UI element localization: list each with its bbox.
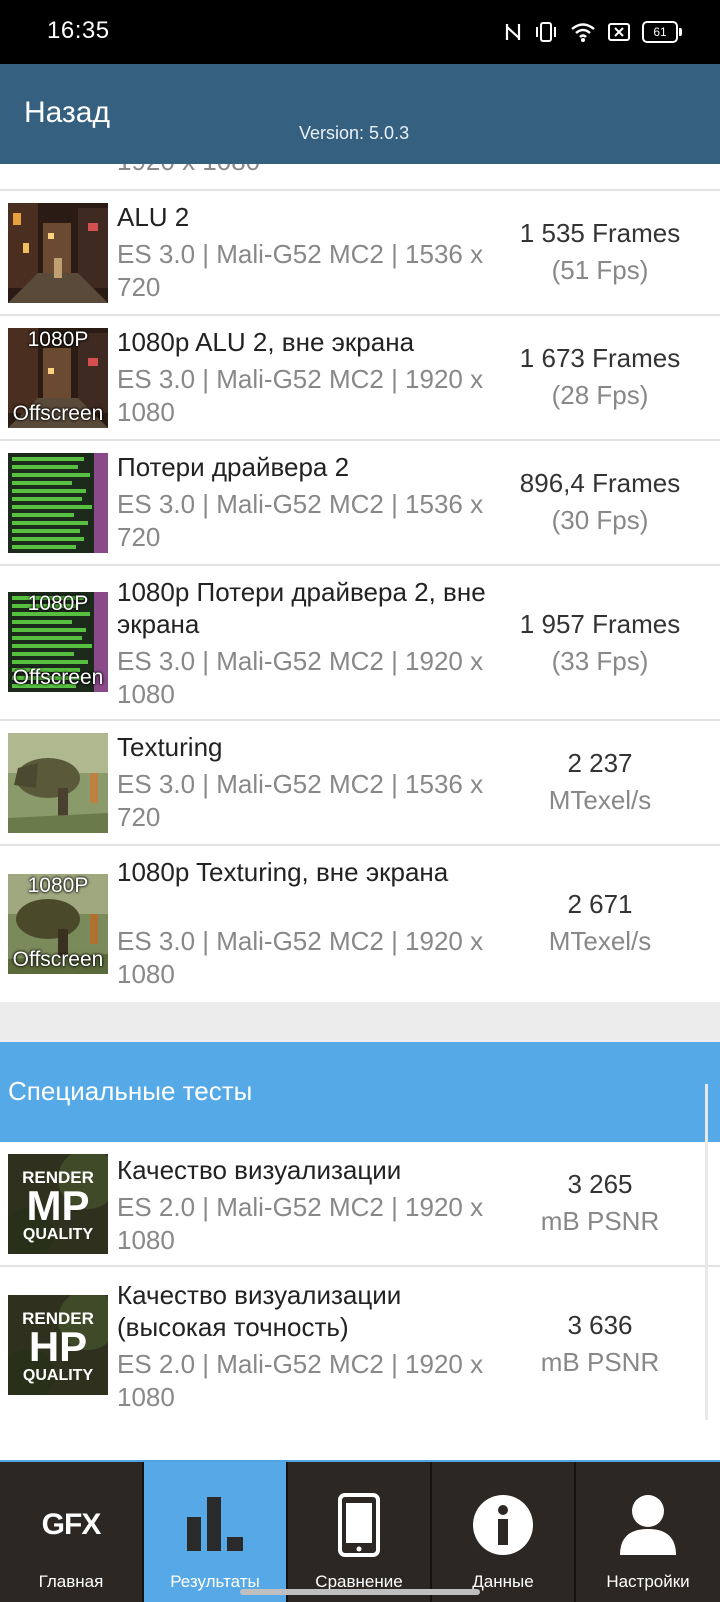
nav-label: Настройки: [606, 1572, 690, 1591]
result-title: 1080p ALU 2, вне экрана: [117, 327, 415, 357]
result-subtitle: ES 2.0 | Mali-G52 MC2 | 1920 x 1080: [117, 1192, 484, 1255]
badge-1080p: 1080P: [27, 328, 89, 351]
result-row[interactable]: 1080P Offscreen 1080p Потери драйвера 2,…: [0, 566, 720, 721]
back-button[interactable]: Назад: [24, 96, 110, 130]
status-bar: 16:35 61: [0, 0, 720, 64]
nfc-icon: [505, 24, 521, 40]
result-unit: (30 Fps): [551, 505, 649, 535]
scrollbar[interactable]: [705, 1084, 708, 1420]
badge-offscreen: Offscreen: [12, 666, 104, 689]
result-value: 1 673 Frames (28 Fps): [500, 340, 700, 414]
nav-results[interactable]: Результаты: [144, 1462, 288, 1602]
badge-1080p: 1080P: [27, 874, 89, 897]
nav-settings[interactable]: Настройки: [576, 1462, 720, 1602]
phone-icon: [338, 1493, 380, 1557]
driver-bars-image: 1080P Offscreen: [8, 592, 108, 692]
result-unit: (28 Fps): [551, 380, 649, 410]
result-score: 3 636: [567, 1310, 633, 1340]
dinosaur-image: [8, 733, 108, 833]
status-time: 16:35: [47, 17, 110, 44]
battery-icon: 61: [642, 21, 682, 43]
home-indicator[interactable]: [240, 1589, 480, 1595]
results-list[interactable]: 1920 x 1080 ALU 2 ES 3.0 | Mali-G52 MC2 …: [0, 164, 720, 1460]
result-unit: MTexel/s: [548, 785, 652, 815]
dinosaur-image: 1080P Offscreen: [8, 874, 108, 974]
result-row[interactable]: 1080P Offscreen 1080p ALU 2, вне экрана …: [0, 316, 720, 441]
alu-city-image: [8, 203, 108, 303]
result-score: 1 957 Frames: [519, 609, 681, 639]
result-unit: (51 Fps): [551, 255, 649, 285]
result-row[interactable]: RENDER MP QUALITY Качество визуализации …: [0, 1142, 720, 1267]
result-value: 896,4 Frames (30 Fps): [500, 465, 700, 539]
app-header: Назад Version: 5.0.3: [0, 64, 720, 164]
result-row[interactable]: Потери драйвера 2 ES 3.0 | Mali-G52 MC2 …: [0, 441, 720, 566]
section-gap: [0, 1002, 720, 1042]
info-icon: [473, 1495, 533, 1555]
nav-compare[interactable]: Сравнение: [288, 1462, 432, 1602]
vibrate-icon: [536, 22, 556, 42]
result-subtitle: ES 3.0 | Mali-G52 MC2 | 1536 x 720: [117, 489, 484, 552]
result-title: 1080p Потери драйвера 2, вне экрана: [117, 577, 486, 639]
nav-info[interactable]: Данные: [432, 1462, 576, 1602]
driver-bars-image: [8, 453, 108, 553]
battery-level: 61: [653, 25, 667, 39]
result-score: 2 671: [567, 889, 633, 919]
badge-offscreen: Offscreen: [12, 402, 104, 425]
result-unit: MTexel/s: [548, 926, 652, 956]
version-label: Version: 5.0.3: [299, 123, 410, 143]
result-unit: mB PSNR: [540, 1206, 660, 1236]
section-title: Специальные тесты: [8, 1076, 253, 1106]
result-row[interactable]: 1080P Offscreen 1080p Texturing, вне экр…: [0, 846, 720, 1001]
result-subtitle: ES 3.0 | Mali-G52 MC2 | 1920 x 1080: [117, 646, 484, 709]
badge-quality: QUALITY: [22, 1367, 94, 1384]
result-value: 1 957 Frames (33 Fps): [500, 606, 700, 680]
status-icons: 61: [504, 18, 682, 46]
result-unit: mB PSNR: [540, 1347, 660, 1377]
result-title: 1080p Texturing, вне экрана: [117, 857, 449, 887]
badge-offscreen: Offscreen: [12, 948, 104, 971]
result-score: 896,4 Frames: [519, 468, 681, 498]
partial-row-subtitle: 1920 x 1080: [117, 164, 260, 177]
user-icon: [620, 1495, 676, 1555]
result-subtitle: ES 2.0 | Mali-G52 MC2 | 1920 x 1080: [117, 1349, 484, 1412]
result-value: 3 265 mB PSNR: [500, 1166, 700, 1240]
result-title: Качество визуализации: [117, 1155, 402, 1185]
gfx-logo-icon: GFX: [41, 1508, 102, 1541]
result-title: Texturing: [117, 732, 223, 762]
result-score: 3 265: [567, 1169, 633, 1199]
result-unit: (33 Fps): [551, 646, 649, 676]
nav-home[interactable]: GFX Главная: [0, 1462, 144, 1602]
result-row[interactable]: RENDER HP QUALITY Качество визуализации …: [0, 1267, 720, 1427]
bottom-nav: GFX Главная Результаты Сравнение Данные …: [0, 1460, 720, 1602]
result-value: 2 671 MTexel/s: [500, 886, 700, 960]
result-title: Качество визуализации (высокая точность): [117, 1280, 402, 1342]
result-value: 2 237 MTexel/s: [500, 745, 700, 819]
bar-chart-icon: [187, 1497, 243, 1551]
badge-mp: MP: [26, 1182, 90, 1229]
result-score: 1 535 Frames: [519, 218, 681, 248]
alu-city-image: 1080P Offscreen: [8, 328, 108, 428]
result-score: 2 237: [567, 748, 633, 778]
render-quality-hp-image: RENDER HP QUALITY: [8, 1295, 108, 1395]
result-subtitle: ES 3.0 | Mali-G52 MC2 | 1536 x 720: [117, 239, 484, 302]
result-value: 1 535 Frames (51 Fps): [500, 215, 700, 289]
result-subtitle: ES 3.0 | Mali-G52 MC2 | 1920 x 1080: [117, 364, 484, 427]
result-subtitle: ES 3.0 | Mali-G52 MC2 | 1920 x 1080: [117, 926, 484, 989]
render-quality-mp-image: RENDER MP QUALITY: [8, 1154, 108, 1254]
nav-label: Главная: [38, 1572, 104, 1591]
result-title: ALU 2: [117, 202, 190, 232]
result-row[interactable]: ALU 2 ES 3.0 | Mali-G52 MC2 | 1536 x 720…: [0, 191, 720, 316]
result-subtitle: ES 3.0 | Mali-G52 MC2 | 1536 x 720: [117, 769, 484, 832]
result-title: Потери драйвера 2: [117, 452, 350, 482]
wifi-icon: [571, 23, 595, 42]
section-header: Специальные тесты: [0, 1042, 720, 1142]
badge-1080p: 1080P: [27, 592, 89, 615]
badge-quality: QUALITY: [22, 1226, 94, 1243]
result-row[interactable]: Texturing ES 3.0 | Mali-G52 MC2 | 1536 x…: [0, 721, 720, 846]
badge-hp: HP: [28, 1323, 88, 1370]
result-value: 3 636 mB PSNR: [500, 1307, 700, 1381]
no-sim-icon: [608, 23, 630, 41]
result-score: 1 673 Frames: [519, 343, 681, 373]
